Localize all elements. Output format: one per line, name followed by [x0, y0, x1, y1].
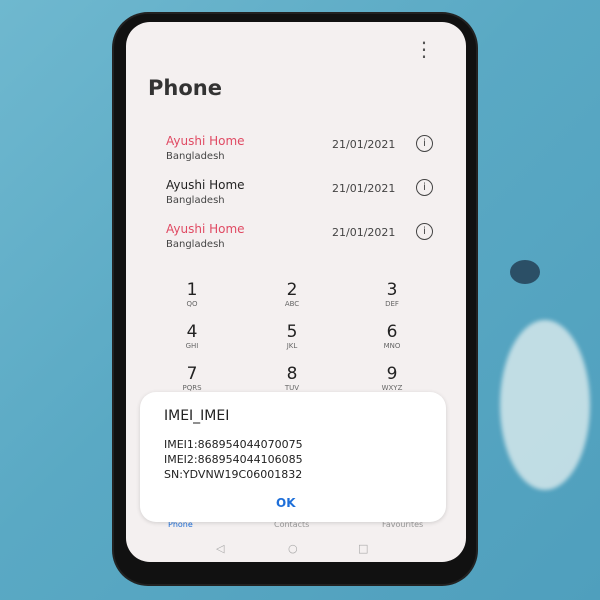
phone-screen: ⋮ Phone Ayushi Home Bangladesh 21/01/202…: [126, 22, 466, 562]
contact-location: Bangladesh: [166, 151, 225, 162]
call-log-row[interactable]: Ayushi Home Bangladesh 21/01/2021 i: [166, 134, 446, 174]
call-date: 21/01/2021: [332, 226, 396, 239]
dial-key-9[interactable]: 9 WXYZ: [362, 364, 422, 392]
contact-name: Ayushi Home: [166, 134, 245, 148]
call-log-row[interactable]: Ayushi Home Bangladesh 21/01/2021 i: [166, 178, 446, 218]
home-icon[interactable]: ○: [288, 542, 298, 555]
contact-location: Bangladesh: [166, 239, 225, 250]
back-icon[interactable]: ◁: [216, 542, 224, 555]
dial-key-1[interactable]: 1 QO: [162, 280, 222, 308]
dial-key-4[interactable]: 4 GHI: [162, 322, 222, 350]
dial-key-7[interactable]: 7 PQRS: [162, 364, 222, 392]
dialog-title: IMEI_IMEI: [164, 408, 230, 424]
imei-dialog: IMEI_IMEI IMEI1:868954044070075 IMEI2:86…: [140, 392, 446, 522]
contact-name: Ayushi Home: [166, 222, 245, 236]
call-log-row[interactable]: Ayushi Home Bangladesh 21/01/2021 i: [166, 222, 446, 262]
page-title: Phone: [148, 76, 222, 100]
imei1-text: IMEI1:868954044070075: [164, 438, 303, 451]
serial-number-text: SN:YDVNW19C06001832: [164, 468, 303, 481]
dial-key-5[interactable]: 5 JKL: [262, 322, 322, 350]
recents-icon[interactable]: □: [358, 542, 368, 555]
call-date: 21/01/2021: [332, 138, 396, 151]
contact-name: Ayushi Home: [166, 178, 245, 192]
surface-mark: [500, 320, 590, 490]
dial-key-6[interactable]: 6 MNO: [362, 322, 422, 350]
surface-mark: [510, 260, 540, 284]
contact-location: Bangladesh: [166, 195, 225, 206]
call-date: 21/01/2021: [332, 182, 396, 195]
info-icon[interactable]: i: [416, 135, 433, 152]
info-icon[interactable]: i: [416, 223, 433, 240]
dial-key-8[interactable]: 8 TUV: [262, 364, 322, 392]
ok-button[interactable]: OK: [276, 496, 296, 510]
dial-key-2[interactable]: 2 ABC: [262, 280, 322, 308]
dial-key-3[interactable]: 3 DEF: [362, 280, 422, 308]
more-vert-icon[interactable]: ⋮: [414, 39, 434, 59]
info-icon[interactable]: i: [416, 179, 433, 196]
imei2-text: IMEI2:868954044106085: [164, 453, 303, 466]
